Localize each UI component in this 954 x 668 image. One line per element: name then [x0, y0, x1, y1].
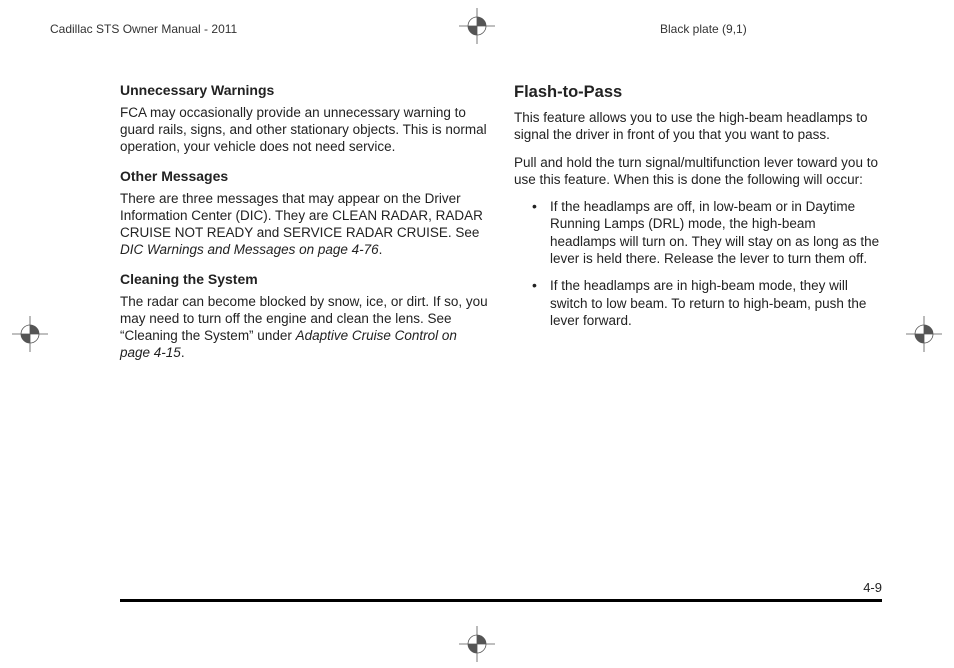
right-column: Flash-to-Pass This feature allows you to…	[514, 82, 882, 580]
footer-rule	[120, 599, 882, 602]
list-item: If the headlamps are in high-beam mode, …	[532, 277, 882, 329]
registration-mark-icon	[12, 316, 48, 352]
flash-bullet-list: If the headlamps are off, in low-beam or…	[514, 198, 882, 329]
para-other-messages: There are three messages that may appear…	[120, 190, 488, 259]
page-header: Cadillac STS Owner Manual - 2011 Black p…	[0, 20, 954, 42]
page-number: 4-9	[120, 580, 882, 595]
para-flash-2: Pull and hold the turn signal/multifunct…	[514, 154, 882, 189]
xref-dic-warnings: DIC Warnings and Messages on page 4-76	[120, 242, 379, 257]
para-cleaning-system: The radar can become blocked by snow, ic…	[120, 293, 488, 362]
heading-cleaning-system: Cleaning the System	[120, 271, 488, 289]
plate-info: Black plate (9,1)	[660, 22, 747, 36]
heading-flash-to-pass: Flash-to-Pass	[514, 82, 882, 103]
registration-mark-icon	[459, 626, 495, 662]
para-unnecessary-warnings: FCA may occasionally provide an unnecess…	[120, 104, 488, 156]
para-flash-1: This feature allows you to use the high-…	[514, 109, 882, 144]
heading-other-messages: Other Messages	[120, 168, 488, 186]
heading-unnecessary-warnings: Unnecessary Warnings	[120, 82, 488, 100]
list-item: If the headlamps are off, in low-beam or…	[532, 198, 882, 267]
registration-mark-icon	[906, 316, 942, 352]
page-footer: 4-9	[120, 580, 882, 602]
page-content: Unnecessary Warnings FCA may occasionall…	[120, 82, 882, 580]
manual-title: Cadillac STS Owner Manual - 2011	[50, 22, 237, 36]
left-column: Unnecessary Warnings FCA may occasionall…	[120, 82, 488, 580]
